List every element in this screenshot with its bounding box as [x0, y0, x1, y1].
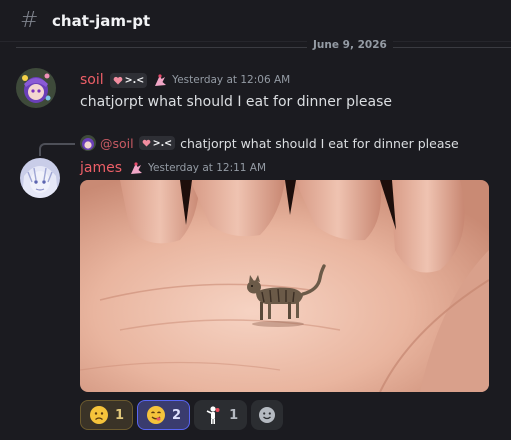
- hashtag-icon: #: [20, 8, 39, 33]
- role-badge-icon[interactable]: [128, 161, 144, 175]
- yum-face-icon: [147, 406, 166, 424]
- role-badge-icon[interactable]: [152, 73, 168, 87]
- reply-server-tag: >.<: [138, 136, 176, 150]
- reaction-worried[interactable]: 1: [80, 400, 134, 430]
- reaction-person[interactable]: 1: [194, 400, 248, 430]
- reaction-yum[interactable]: 2: [137, 400, 191, 430]
- username-james[interactable]: james: [80, 160, 122, 176]
- reaction-count: 2: [172, 407, 182, 423]
- reply-text: chatjorpt what should I eat for dinner p…: [180, 135, 459, 151]
- channel-header: # chat-jam-pt: [0, 0, 511, 42]
- reply-server-tag-label: >.<: [152, 137, 173, 149]
- timestamp[interactable]: Yesterday at 12:06 AM: [172, 74, 290, 86]
- server-tag-label: >.<: [124, 74, 145, 86]
- date-divider-label: June 9, 2026: [307, 39, 393, 51]
- server-tag[interactable]: >.<: [109, 72, 148, 88]
- tiny-cat-on-palm-image: [80, 180, 489, 392]
- reply-spine: [39, 143, 75, 156]
- reaction-count: 1: [115, 407, 125, 423]
- worried-face-icon: [90, 406, 108, 424]
- message-text: chatjorpt what should I eat for dinner p…: [80, 94, 392, 110]
- channel-name[interactable]: chat-jam-pt: [52, 12, 150, 30]
- reply-preview[interactable]: @soil >.< chatjorpt what should I eat fo…: [80, 135, 459, 151]
- message-header-james: james Yesterday at 12:11 AM: [80, 159, 266, 177]
- add-reaction-icon: [259, 407, 276, 423]
- heart-icon: [113, 76, 122, 84]
- image-attachment[interactable]: [80, 180, 489, 392]
- reaction-count: 1: [229, 407, 239, 423]
- date-divider: [16, 47, 511, 48]
- username-soil[interactable]: soil: [80, 72, 104, 88]
- timestamp[interactable]: Yesterday at 12:11 AM: [148, 162, 266, 174]
- avatar-soil[interactable]: [16, 68, 56, 108]
- reply-author[interactable]: @soil: [100, 136, 134, 151]
- heart-icon: [142, 139, 150, 147]
- message-header-soil: soil >.< Yesterday at 12:06 AM: [80, 71, 290, 89]
- reactions-bar: 1 2 1: [80, 400, 284, 430]
- add-reaction-button[interactable]: [251, 400, 284, 430]
- reply-avatar-soil: [80, 135, 96, 151]
- avatar-james[interactable]: [20, 158, 60, 198]
- person-gesture-icon: [206, 406, 220, 424]
